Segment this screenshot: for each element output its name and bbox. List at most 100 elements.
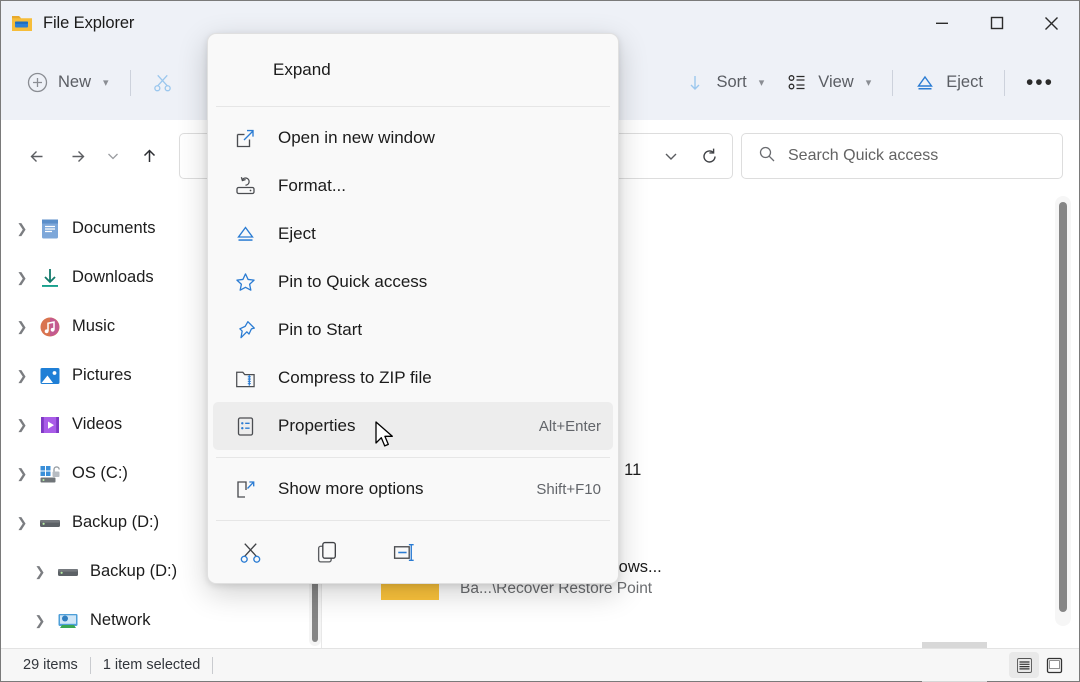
- view-icon: [786, 72, 808, 94]
- status-selection: 1 item selected: [102, 657, 201, 673]
- view-button[interactable]: View ▾: [775, 62, 882, 104]
- documents-icon: [37, 216, 63, 242]
- chevron-right-icon[interactable]: ❯: [7, 270, 37, 286]
- content-scrollbar[interactable]: [1055, 196, 1071, 626]
- properties-icon: [234, 415, 256, 437]
- rename-icon[interactable]: [384, 532, 424, 572]
- context-menu-item-show-more-options[interactable]: Show more options Shift+F10: [213, 465, 613, 513]
- toolbar-separator: [1003, 69, 1005, 96]
- toolbar-separator: [892, 69, 894, 96]
- recent-locations-button[interactable]: [97, 136, 129, 176]
- context-menu-header[interactable]: Expand: [208, 34, 618, 106]
- context-menu-item-format[interactable]: Format...: [213, 162, 613, 210]
- open-new-window-icon: [234, 127, 256, 149]
- navigation-scrollbar[interactable]: [309, 574, 321, 646]
- pictures-icon: [37, 363, 63, 389]
- content-scrollbar-thumb[interactable]: [1059, 202, 1067, 612]
- zip-folder-icon: [234, 367, 256, 389]
- sidebar-item-label: Downloads: [72, 268, 154, 286]
- status-item-count: 29 items: [23, 657, 78, 673]
- drive-icon: [55, 559, 81, 585]
- sort-button[interactable]: Sort ▾: [673, 62, 775, 104]
- ellipsis-icon: •••: [1025, 71, 1054, 94]
- file-explorer-window: File Explorer New ▾ Sort ▾ View ▾ Eject …: [0, 0, 1080, 682]
- plus-circle-icon: [26, 72, 48, 94]
- context-menu-item-eject[interactable]: Eject: [213, 210, 613, 258]
- up-button[interactable]: [129, 136, 169, 176]
- context-menu-item-label: Eject: [278, 224, 316, 243]
- context-menu-item-open-in-new-window[interactable]: Open in new window: [213, 114, 613, 162]
- scissors-icon: [152, 72, 174, 94]
- sidebar-item-label: Network: [90, 611, 151, 629]
- chevron-right-icon[interactable]: ❯: [7, 466, 37, 482]
- close-button[interactable]: [1024, 1, 1079, 45]
- status-divider: [212, 656, 214, 674]
- address-dropdown-button[interactable]: [652, 137, 690, 175]
- search-icon: [758, 145, 776, 168]
- chevron-down-icon: ▾: [103, 77, 109, 89]
- eject-button-label: Eject: [946, 73, 983, 91]
- chevron-right-icon[interactable]: ❯: [7, 417, 37, 433]
- chevron-right-icon[interactable]: ❯: [7, 368, 37, 384]
- details-view-button[interactable]: [1009, 652, 1039, 678]
- forward-button[interactable]: [57, 136, 97, 176]
- chevron-down-icon: ▾: [758, 77, 765, 89]
- search-input[interactable]: Search Quick access: [741, 133, 1063, 179]
- context-menu-item-label: Compress to ZIP file: [278, 368, 432, 387]
- sidebar-item-label: Documents: [72, 219, 156, 237]
- back-button[interactable]: [17, 136, 57, 176]
- context-menu-items: Open in new window Format... Eject Pin to Q…: [208, 107, 618, 457]
- context-menu-item-label: Pin to Start: [278, 320, 363, 339]
- sort-button-label: Sort: [716, 73, 747, 91]
- network-icon: [55, 608, 81, 634]
- context-menu-item-label: Pin to Quick access: [278, 272, 428, 291]
- eject-icon: [234, 223, 256, 245]
- context-menu-item-properties[interactable]: Properties Alt+Enter: [213, 402, 613, 450]
- drive-icon: [37, 510, 63, 536]
- os-drive-icon: [37, 461, 63, 487]
- cut-icon[interactable]: [230, 532, 270, 572]
- context-menu-item-accelerator: Alt+Enter: [538, 417, 601, 435]
- format-icon: [234, 175, 256, 197]
- chevron-right-icon[interactable]: ❯: [25, 564, 55, 580]
- cut-button[interactable]: [141, 62, 185, 104]
- large-icons-view-button[interactable]: [1039, 652, 1069, 678]
- videos-icon: [37, 412, 63, 438]
- chevron-right-icon[interactable]: ❯: [7, 515, 37, 531]
- window-title: File Explorer: [43, 13, 135, 32]
- more-options-button[interactable]: •••: [1015, 62, 1065, 104]
- sidebar-item-label: Videos: [72, 415, 123, 433]
- sort-icon: [684, 72, 706, 94]
- context-menu-item-label: Open in new window: [278, 128, 435, 147]
- context-menu-item-compress-to-zip-file[interactable]: Compress to ZIP file: [213, 354, 613, 402]
- sidebar-item-label: OS (C:): [72, 464, 128, 482]
- star-icon: [234, 271, 256, 293]
- maximize-button[interactable]: [969, 1, 1024, 45]
- show-more-icon: [234, 478, 256, 500]
- copy-icon[interactable]: [307, 532, 347, 572]
- context-menu-item-pin-to-quick-access[interactable]: Pin to Quick access: [213, 258, 613, 306]
- chevron-right-icon[interactable]: ❯: [7, 221, 37, 237]
- sidebar-item-label: Pictures: [72, 366, 132, 384]
- chevron-right-icon[interactable]: ❯: [7, 319, 37, 335]
- music-icon: [37, 314, 63, 340]
- folder-icon: [10, 11, 34, 35]
- context-menu-item-pin-to-start[interactable]: Pin to Start: [213, 306, 613, 354]
- context-menu-item-accelerator: Shift+F10: [536, 480, 601, 498]
- context-menu: Expand Open in new window Format... Eject P…: [207, 33, 619, 584]
- address-bar-actions: [652, 137, 728, 175]
- context-menu-item-label: Format...: [278, 176, 347, 195]
- sidebar-item-label: Backup (D:): [90, 562, 178, 580]
- refresh-button[interactable]: [690, 137, 728, 175]
- sidebar-item-network[interactable]: ❯ Network: [1, 596, 321, 645]
- new-button[interactable]: New ▾: [15, 62, 120, 104]
- eject-button[interactable]: Eject: [903, 62, 994, 104]
- navigation-scrollbar-thumb[interactable]: [312, 578, 318, 642]
- chevron-right-icon[interactable]: ❯: [25, 613, 55, 629]
- context-menu-item-label: Show more options: [278, 479, 424, 498]
- minimize-button[interactable]: [914, 1, 969, 45]
- context-menu-more-group: Show more options Shift+F10: [208, 458, 618, 520]
- pin-icon: [234, 319, 256, 341]
- chevron-down-icon: ▾: [865, 77, 872, 89]
- toolbar-separator: [129, 69, 131, 96]
